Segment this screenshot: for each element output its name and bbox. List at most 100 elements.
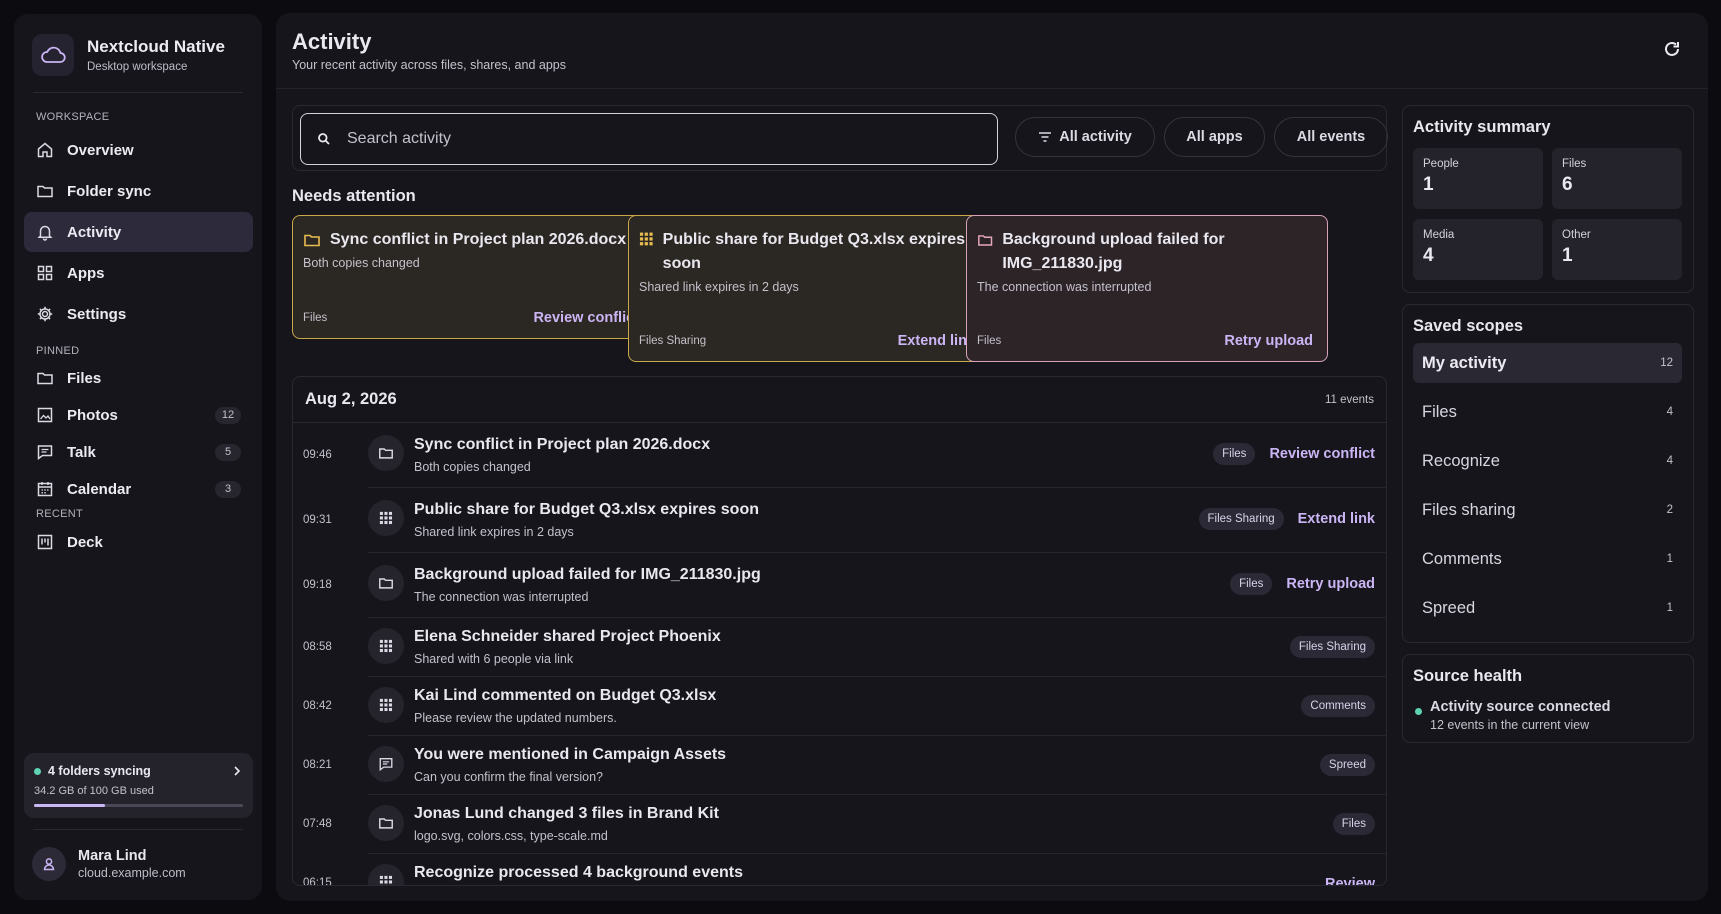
search-box[interactable] xyxy=(300,113,998,165)
table-row[interactable]: 09:46 Sync conflict in Project plan 2026… xyxy=(303,423,1386,488)
page-header: Activity Your recent activity across fil… xyxy=(276,13,1708,89)
app-tag: Files xyxy=(1230,573,1273,595)
card-subtitle: Shared link expires in 2 days xyxy=(639,280,799,294)
folder-icon xyxy=(368,565,404,601)
event-time: 09:31 xyxy=(303,514,332,526)
scope-label: Files sharing xyxy=(1422,500,1516,519)
event-time: 08:21 xyxy=(303,759,332,771)
card-subtitle: Both copies changed xyxy=(303,256,420,270)
table-row[interactable]: 08:21 You were mentioned in Campaign Ass… xyxy=(303,736,1386,795)
count-badge: 12 xyxy=(215,406,241,424)
list-date: Aug 2, 2026 xyxy=(305,390,397,408)
app-tag: Files Sharing xyxy=(1289,636,1375,658)
sync-status-card[interactable]: 4 folders syncing 34.2 GB of 100 GB used xyxy=(24,753,253,818)
section-pinned: PINNED xyxy=(36,345,80,357)
card-subtitle: The connection was interrupted xyxy=(977,280,1152,294)
sidebar-item-deck[interactable]: Deck xyxy=(24,524,253,560)
sidebar-item-label: Folder sync xyxy=(67,182,152,200)
filter-all-activity[interactable]: All activity xyxy=(1015,117,1155,157)
event-subtitle: Shared with 6 people via link xyxy=(414,652,574,666)
extend-link-button[interactable]: Extend link xyxy=(898,333,975,349)
filter-bar: All activity All apps All events xyxy=(292,105,1388,171)
app-tag: Files xyxy=(1332,813,1375,835)
stat-label: Media xyxy=(1423,229,1455,241)
sidebar-item-files[interactable]: Files xyxy=(24,361,253,395)
retry-upload-button[interactable]: Retry upload xyxy=(1224,333,1313,349)
saved-scopes-panel: Saved scopes My activity 12 Files 4 Reco… xyxy=(1402,304,1694,643)
search-input[interactable] xyxy=(347,130,947,148)
grid-icon xyxy=(368,500,404,536)
event-subtitle: logo.svg, colors.css, type-scale.md xyxy=(414,829,608,843)
attention-card[interactable]: Public share for Budget Q3.xlsx expires … xyxy=(628,215,990,362)
card-title: Public share for Budget Q3.xlsx expires … xyxy=(662,231,965,272)
event-time: 08:42 xyxy=(303,700,332,712)
event-title: Sync conflict in Project plan 2026.docx xyxy=(414,436,711,453)
scope-spreed[interactable]: Spreed 1 xyxy=(1413,588,1682,628)
event-title: You were mentioned in Campaign Assets xyxy=(414,746,727,763)
refresh-button[interactable] xyxy=(1658,35,1686,63)
folder-icon xyxy=(304,234,320,247)
event-subtitle: Shared link expires in 2 days xyxy=(414,525,574,539)
event-time: 07:48 xyxy=(303,818,332,830)
table-row[interactable]: 08:58 Elena Schneider shared Project Pho… xyxy=(303,618,1386,677)
filter-all-apps[interactable]: All apps xyxy=(1164,117,1265,157)
sidebar-item-apps[interactable]: Apps xyxy=(24,253,253,293)
sidebar-item-calendar[interactable]: Calendar 3 xyxy=(24,472,253,506)
scope-my-activity[interactable]: My activity 12 xyxy=(1413,343,1682,383)
scope-files-sharing[interactable]: Files sharing 2 xyxy=(1413,490,1682,530)
stat-value: 6 xyxy=(1562,174,1573,195)
avatar xyxy=(32,847,66,881)
storage-bar xyxy=(34,804,243,807)
sidebar-item-label: Apps xyxy=(67,264,105,282)
sidebar-item-overview[interactable]: Overview xyxy=(24,130,253,170)
scope-label: Spreed xyxy=(1422,598,1476,617)
sidebar-item-folder-sync[interactable]: Folder sync xyxy=(24,171,253,211)
sidebar: Nextcloud Native Desktop workspace WORKS… xyxy=(14,14,262,900)
sidebar-item-photos[interactable]: Photos 12 xyxy=(24,398,253,432)
panel-title: Source health xyxy=(1413,667,1523,685)
attention-card[interactable]: Background upload failed for IMG_211830.… xyxy=(966,215,1328,362)
event-title: Kai Lind commented on Budget Q3.xlsx xyxy=(414,687,717,704)
table-row[interactable]: 07:48 Jonas Lund changed 3 files in Bran… xyxy=(303,795,1386,854)
event-title: Recognize processed 4 background events xyxy=(414,864,743,881)
brand-title: Nextcloud Native xyxy=(87,37,225,56)
folder-icon xyxy=(978,235,993,246)
app-tag: Files xyxy=(1213,443,1256,465)
table-row[interactable]: 09:31 Public share for Budget Q3.xlsx ex… xyxy=(303,488,1386,553)
sidebar-item-talk[interactable]: Talk 5 xyxy=(24,435,253,469)
review-button[interactable]: Review xyxy=(1325,876,1375,885)
review-conflict-button[interactable]: Review conflict xyxy=(533,310,639,326)
panel-title: Activity summary xyxy=(1413,118,1551,136)
health-detail: 12 events in the current view xyxy=(1430,718,1590,732)
scope-comments[interactable]: Comments 1 xyxy=(1413,539,1682,579)
stat-other: Other 1 xyxy=(1552,219,1682,280)
health-status-text: Activity source connected xyxy=(1430,699,1611,715)
table-row[interactable]: 08:42 Kai Lind commented on Budget Q3.xl… xyxy=(303,677,1386,736)
retry-upload-button[interactable]: Retry upload xyxy=(1286,576,1375,592)
attention-card[interactable]: Sync conflict in Project plan 2026.docx … xyxy=(292,215,654,339)
stat-media: Media 4 xyxy=(1413,219,1543,280)
event-time: 09:46 xyxy=(303,449,332,461)
needs-attention-title: Needs attention xyxy=(292,187,416,205)
table-row[interactable]: 06:15 Recognize processed 4 background e… xyxy=(303,854,1386,885)
chat-icon xyxy=(368,746,404,782)
review-conflict-button[interactable]: Review conflict xyxy=(1269,446,1375,462)
user-account[interactable]: Mara Lind cloud.example.com xyxy=(32,847,186,881)
filter-all-events[interactable]: All events xyxy=(1274,117,1388,157)
extend-link-button[interactable]: Extend link xyxy=(1298,511,1375,527)
count-badge: 3 xyxy=(215,480,241,498)
sidebar-item-activity[interactable]: Activity xyxy=(24,212,253,252)
divider xyxy=(33,829,243,830)
person-icon xyxy=(43,858,55,871)
scope-recognize[interactable]: Recognize 4 xyxy=(1413,441,1682,481)
page-subtitle: Your recent activity across files, share… xyxy=(292,58,566,72)
section-recent: RECENT xyxy=(36,508,84,520)
scope-files[interactable]: Files 4 xyxy=(1413,392,1682,432)
folder-icon xyxy=(37,372,53,385)
sidebar-item-label: Calendar xyxy=(67,480,132,498)
sidebar-item-settings[interactable]: Settings xyxy=(24,294,253,334)
stat-label: Other xyxy=(1562,229,1591,241)
sidebar-item-label: Deck xyxy=(67,533,103,551)
table-row[interactable]: 09:18 Background upload failed for IMG_2… xyxy=(303,553,1386,618)
event-title: Jonas Lund changed 3 files in Brand Kit xyxy=(414,805,719,822)
